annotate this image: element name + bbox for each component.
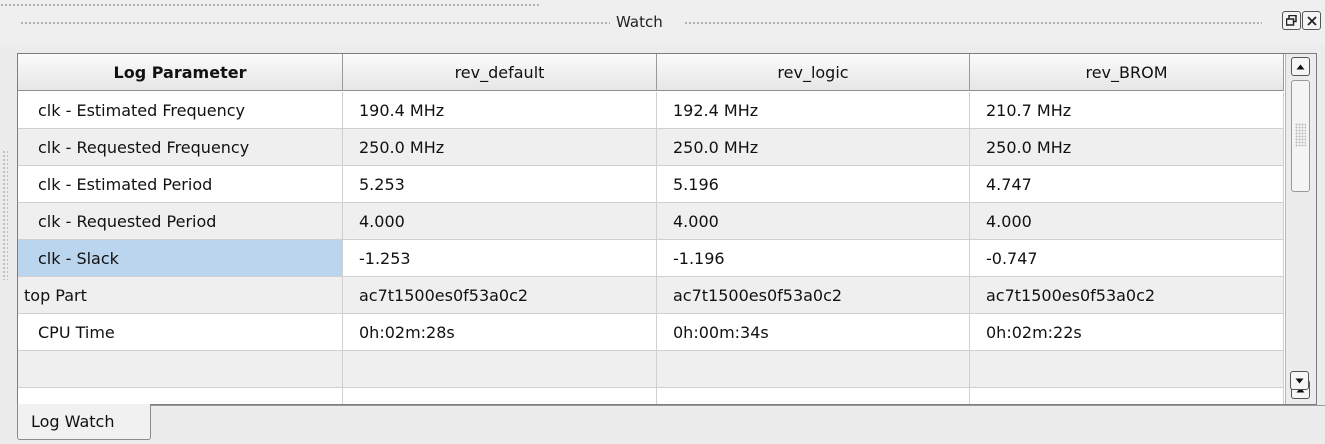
table-header-row: Log Parameter rev_default rev_logic rev_…: [18, 54, 1284, 91]
table-row[interactable]: clk - Requested Period 4.000 4.000 4.000: [18, 203, 1284, 240]
table-body: Log Parameter rev_default rev_logic rev_…: [18, 54, 1284, 404]
value-cell[interactable]: -1.196: [657, 240, 970, 277]
table-row-empty[interactable]: [18, 388, 1284, 404]
value-cell[interactable]: 4.000: [970, 203, 1284, 240]
tab-bar: Log Watch: [0, 404, 1325, 444]
value-cell[interactable]: ac7t1500es0f53a0c2: [657, 277, 970, 314]
column-header-log-parameter[interactable]: Log Parameter: [18, 54, 343, 91]
table-row-selected[interactable]: clk - Slack -1.253 -1.196 -0.747: [18, 240, 1284, 277]
value-cell[interactable]: 192.4 MHz: [657, 92, 970, 129]
value-cell[interactable]: 250.0 MHz: [343, 129, 657, 166]
parameter-cell[interactable]: CPU Time: [18, 314, 343, 351]
value-cell[interactable]: [970, 351, 1284, 388]
column-header-rev-brom[interactable]: rev_BROM: [970, 54, 1284, 91]
title-grip-dots: [20, 21, 610, 25]
scrollbar-thumb[interactable]: [1291, 80, 1310, 192]
table-row[interactable]: top Part ac7t1500es0f53a0c2 ac7t1500es0f…: [18, 277, 1284, 314]
value-cell[interactable]: [343, 388, 657, 404]
column-header-rev-logic[interactable]: rev_logic: [657, 54, 970, 91]
title-grip-dots: [0, 3, 540, 7]
value-cell[interactable]: [343, 351, 657, 388]
parameter-cell[interactable]: clk - Requested Frequency: [18, 129, 343, 166]
restore-window-icon[interactable]: [1282, 11, 1301, 30]
value-cell[interactable]: -0.747: [970, 240, 1284, 277]
parameter-cell[interactable]: clk - Estimated Frequency: [18, 92, 343, 129]
vertical-scrollbar[interactable]: [1285, 54, 1316, 404]
value-cell[interactable]: 0h:00m:34s: [657, 314, 970, 351]
table-row[interactable]: clk - Estimated Period 5.253 5.196 4.747: [18, 166, 1284, 203]
value-cell[interactable]: 250.0 MHz: [970, 129, 1284, 166]
table-row-empty[interactable]: [18, 351, 1284, 388]
tab-log-watch[interactable]: Log Watch: [17, 404, 151, 440]
value-cell[interactable]: ac7t1500es0f53a0c2: [970, 277, 1284, 314]
value-cell[interactable]: 5.196: [657, 166, 970, 203]
scroll-up-icon[interactable]: [1291, 57, 1310, 76]
scroll-down-icon[interactable]: [1290, 371, 1309, 390]
dock-grip-dots[interactable]: [2, 150, 8, 280]
value-cell[interactable]: 250.0 MHz: [657, 129, 970, 166]
watch-title-bar[interactable]: Watch: [0, 0, 1325, 44]
value-cell[interactable]: 210.7 MHz: [970, 92, 1284, 129]
value-cell[interactable]: ac7t1500es0f53a0c2: [343, 277, 657, 314]
thumb-grip-dots: [1295, 123, 1306, 147]
value-cell[interactable]: 0h:02m:22s: [970, 314, 1284, 351]
value-cell[interactable]: 5.253: [343, 166, 657, 203]
value-cell[interactable]: 4.000: [657, 203, 970, 240]
table-row[interactable]: clk - Requested Frequency 250.0 MHz 250.…: [18, 129, 1284, 166]
table-row[interactable]: clk - Estimated Frequency 190.4 MHz 192.…: [18, 92, 1284, 129]
table-row[interactable]: CPU Time 0h:02m:28s 0h:00m:34s 0h:02m:22…: [18, 314, 1284, 351]
value-cell[interactable]: 4.000: [343, 203, 657, 240]
value-cell[interactable]: [657, 351, 970, 388]
value-cell[interactable]: 4.747: [970, 166, 1284, 203]
value-cell[interactable]: 190.4 MHz: [343, 92, 657, 129]
title-grip-dots: [684, 21, 1262, 25]
parameter-cell[interactable]: clk - Estimated Period: [18, 166, 343, 203]
value-cell[interactable]: 0h:02m:28s: [343, 314, 657, 351]
close-icon[interactable]: [1302, 11, 1321, 30]
value-cell[interactable]: -1.253: [343, 240, 657, 277]
value-cell[interactable]: [970, 388, 1284, 404]
column-header-rev-default[interactable]: rev_default: [343, 54, 657, 91]
parameter-cell[interactable]: top Part: [18, 277, 343, 314]
parameter-cell[interactable]: [18, 388, 343, 404]
parameter-cell-selected[interactable]: clk - Slack: [18, 240, 343, 277]
log-watch-table: Log Parameter rev_default rev_logic rev_…: [17, 53, 1317, 405]
parameter-cell[interactable]: [18, 351, 343, 388]
tab-bar-divider: [151, 405, 1325, 406]
window-title: Watch: [616, 13, 663, 31]
value-cell[interactable]: [657, 388, 970, 404]
parameter-cell[interactable]: clk - Requested Period: [18, 203, 343, 240]
